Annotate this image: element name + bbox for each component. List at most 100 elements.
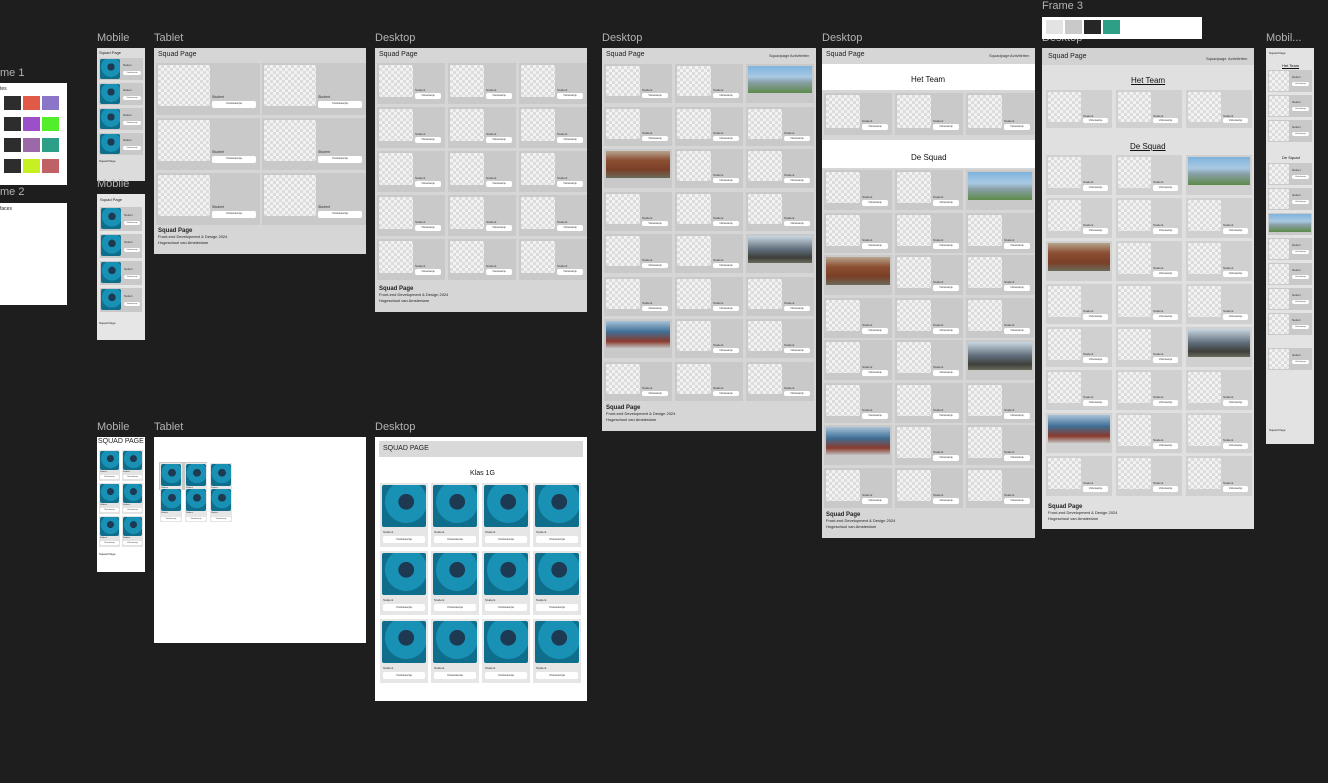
card-button[interactable]: Visitekaartje bbox=[486, 181, 512, 187]
card-button[interactable]: Visitekaartje bbox=[485, 536, 527, 543]
card-button[interactable]: Visitekaartje bbox=[1223, 400, 1248, 406]
card-button[interactable]: Visitekaartje bbox=[557, 137, 583, 143]
card-button[interactable]: Visitekaartje bbox=[862, 412, 888, 419]
card-button[interactable]: Visitekaartje bbox=[862, 370, 888, 376]
card-button[interactable]: Visitekaartje bbox=[1292, 325, 1309, 329]
card-button[interactable]: Visitekaartje bbox=[933, 124, 959, 130]
card-button[interactable]: Visitekaartje bbox=[211, 517, 231, 521]
card-button[interactable]: Visitekaartje bbox=[784, 348, 810, 353]
card-button[interactable]: Visitekaartje bbox=[434, 672, 476, 679]
card-button[interactable]: Visitekaartje bbox=[933, 455, 959, 461]
frame-label-mobile-1[interactable]: Mobile bbox=[97, 32, 129, 44]
card-button[interactable]: Visitekaartje bbox=[642, 263, 668, 268]
card-button[interactable]: Visitekaartje bbox=[713, 263, 739, 268]
frame3-colors[interactable] bbox=[1042, 17, 1202, 39]
card-button[interactable]: Visitekaartje bbox=[100, 541, 119, 545]
card-button[interactable]: Visitekaartje bbox=[186, 517, 206, 521]
card-button[interactable]: Visitekaartje bbox=[383, 604, 425, 611]
card-button[interactable]: Visitekaartje bbox=[1083, 357, 1108, 363]
card-button[interactable]: Visitekaartje bbox=[1083, 228, 1108, 234]
card-button[interactable]: Visitekaartje bbox=[1223, 314, 1248, 320]
frame-label-frame1[interactable]: me 1 bbox=[0, 67, 24, 79]
frame-label-frame3[interactable]: Frame 3 bbox=[1042, 0, 1083, 12]
mobile-frame-1[interactable]: Squad Page Student Visitekaartje Student Vi… bbox=[97, 48, 145, 181]
frame-label-desktop-2[interactable]: Desktop bbox=[602, 32, 642, 44]
card-button[interactable]: Visitekaartje bbox=[1292, 175, 1309, 179]
nav-squadpage[interactable]: Squadpage bbox=[769, 53, 789, 58]
card-button[interactable]: Visitekaartje bbox=[318, 101, 362, 108]
card-button[interactable]: Visitekaartje bbox=[1292, 250, 1309, 254]
card-button[interactable]: Visitekaartje bbox=[713, 390, 739, 396]
card-button[interactable]: Visitekaartje bbox=[123, 121, 141, 125]
card-button[interactable]: Visitekaartje bbox=[100, 508, 119, 512]
card-button[interactable]: Visitekaartje bbox=[1004, 124, 1030, 130]
card-button[interactable]: Visitekaartje bbox=[713, 220, 739, 226]
card-button[interactable]: Visitekaartje bbox=[784, 220, 810, 226]
card-button[interactable]: Visitekaartje bbox=[415, 181, 441, 187]
card-button[interactable]: Visitekaartje bbox=[1153, 486, 1178, 492]
card-button[interactable]: Visitekaartje bbox=[862, 497, 888, 504]
card-button[interactable]: Visitekaartje bbox=[1153, 400, 1178, 406]
frame-label-frame2[interactable]: me 2 bbox=[0, 186, 24, 198]
card-button[interactable]: Visitekaartje bbox=[1004, 455, 1030, 461]
card-button[interactable]: Visitekaartje bbox=[123, 475, 142, 479]
card-button[interactable]: Visitekaartje bbox=[1153, 118, 1178, 123]
card-button[interactable]: Visitekaartje bbox=[123, 541, 142, 545]
card-button[interactable]: Visitekaartje bbox=[713, 178, 739, 183]
card-button[interactable]: Visitekaartje bbox=[1223, 271, 1248, 277]
card-button[interactable]: Visitekaartje bbox=[124, 221, 140, 225]
frame-label-desktop-1[interactable]: Desktop bbox=[375, 32, 415, 44]
nav-squadpage[interactable]: Squadpage bbox=[1206, 56, 1226, 61]
card-button[interactable]: Visitekaartje bbox=[1153, 314, 1178, 320]
card-button[interactable]: Visitekaartje bbox=[212, 211, 256, 218]
frame-label-mobile-3[interactable]: Mobile bbox=[97, 421, 129, 433]
card-button[interactable]: Visitekaartje bbox=[415, 93, 441, 99]
mobile-frame-right[interactable]: Squad Page Het Team De Squad Student Visi… bbox=[1266, 48, 1314, 444]
card-button[interactable]: Visitekaartje bbox=[862, 200, 888, 206]
card-button[interactable]: Visitekaartje bbox=[1223, 443, 1248, 449]
card-button[interactable]: Visitekaartje bbox=[1083, 314, 1108, 320]
frame1-colors[interactable]: tes bbox=[0, 83, 67, 185]
card-button[interactable]: Visitekaartje bbox=[784, 305, 810, 311]
nav-activiteiten[interactable]: Activiteiten bbox=[1010, 53, 1029, 58]
card-button[interactable]: Visitekaartje bbox=[1083, 486, 1108, 492]
card-button[interactable]: Visitekaartje bbox=[486, 137, 512, 143]
card-button[interactable]: Visitekaartje bbox=[1083, 185, 1108, 191]
card-button[interactable]: Visitekaartje bbox=[415, 269, 441, 275]
card-button[interactable]: Visitekaartje bbox=[1223, 486, 1248, 492]
frame-label-tablet-2[interactable]: Tablet bbox=[154, 421, 183, 433]
card-button[interactable]: Visitekaartje bbox=[557, 269, 583, 275]
card-button[interactable]: Visitekaartje bbox=[933, 327, 959, 334]
card-button[interactable]: Visitekaartje bbox=[784, 178, 810, 183]
card-button[interactable]: Visitekaartje bbox=[100, 475, 119, 479]
card-button[interactable]: Visitekaartje bbox=[536, 536, 578, 543]
card-button[interactable]: Visitekaartje bbox=[713, 135, 739, 141]
card-button[interactable]: Visitekaartje bbox=[434, 536, 476, 543]
card-button[interactable]: Visitekaartje bbox=[123, 71, 141, 75]
card-button[interactable]: Visitekaartje bbox=[1292, 275, 1309, 279]
card-button[interactable]: Visitekaartje bbox=[485, 604, 527, 611]
card-button[interactable]: Visitekaartje bbox=[713, 93, 739, 98]
desktop-frame-3[interactable]: Squad Page Squadpage Activiteiten Het Te… bbox=[822, 48, 1035, 538]
card-button[interactable]: Visitekaartje bbox=[1153, 185, 1178, 191]
card-button[interactable]: Visitekaartje bbox=[1153, 357, 1178, 363]
card-button[interactable]: Visitekaartje bbox=[123, 146, 141, 150]
card-button[interactable]: Visitekaartje bbox=[212, 101, 256, 108]
card-button[interactable]: Visitekaartje bbox=[212, 156, 256, 163]
card-button[interactable]: Visitekaartje bbox=[161, 517, 181, 521]
card-button[interactable]: Visitekaartje bbox=[536, 672, 578, 679]
desktop-frame-1[interactable]: Squad Page Student Visitekaartje Student Vi… bbox=[375, 48, 587, 312]
card-button[interactable]: Visitekaartje bbox=[1292, 200, 1309, 204]
card-button[interactable]: Visitekaartje bbox=[536, 604, 578, 611]
card-button[interactable]: Visitekaartje bbox=[933, 242, 959, 249]
card-button[interactable]: Visitekaartje bbox=[383, 672, 425, 679]
card-button[interactable]: Visitekaartje bbox=[124, 275, 140, 279]
card-button[interactable]: Visitekaartje bbox=[1004, 327, 1030, 334]
card-button[interactable]: Visitekaartje bbox=[642, 390, 668, 396]
card-button[interactable]: Visitekaartje bbox=[1153, 228, 1178, 234]
card-button[interactable]: Visitekaartje bbox=[1153, 443, 1178, 449]
card-button[interactable]: Visitekaartje bbox=[557, 93, 583, 99]
card-button[interactable]: Visitekaartje bbox=[485, 672, 527, 679]
card-button[interactable]: Visitekaartje bbox=[318, 211, 362, 218]
card-button[interactable]: Visitekaartje bbox=[318, 156, 362, 163]
